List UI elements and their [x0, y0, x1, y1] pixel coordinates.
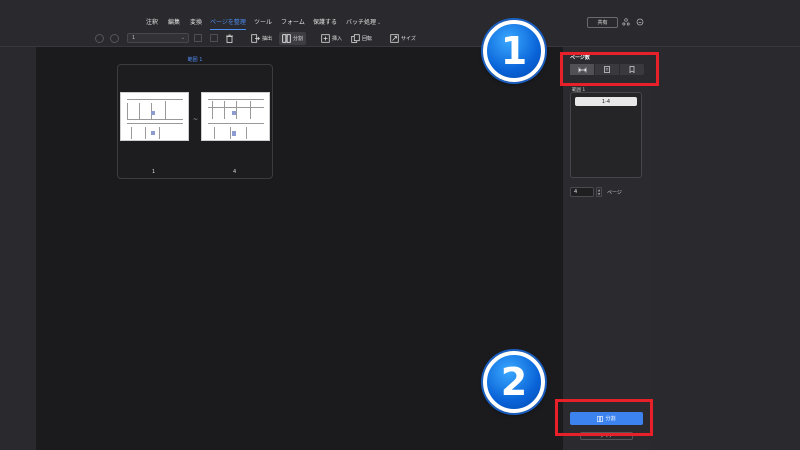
page-count-unit: ページ — [607, 190, 622, 196]
menu-bar: 注釈 編集 変換 ページを整理 ツール フォーム 保護する バッチ処理⌄ 共有 — [0, 0, 800, 30]
highlight-box-split — [555, 399, 653, 436]
step-badge-1: 1 — [483, 20, 545, 82]
extract-button[interactable]: 抽出 — [248, 32, 275, 45]
split-tool-button[interactable]: 分割 — [279, 32, 307, 45]
menu-annotate[interactable]: 注釈 — [146, 17, 158, 26]
left-sidebar — [0, 47, 36, 450]
end-page-number: 4 — [233, 169, 237, 175]
split-icon — [282, 34, 291, 43]
resize-icon — [390, 34, 399, 43]
page-thumbnail-start[interactable] — [120, 92, 189, 141]
rotate-icon — [351, 34, 360, 43]
menu-convert[interactable]: 変換 — [190, 17, 202, 26]
page-count-stepper[interactable]: ▲ ▼ — [596, 187, 602, 197]
rotate-label: 回転 — [362, 36, 373, 42]
right-margin — [649, 47, 800, 450]
range-title: 範囲 1 — [187, 57, 203, 63]
chevron-down-icon: ⌄ — [180, 35, 185, 41]
extract-icon — [251, 34, 260, 43]
start-page-number: 1 — [152, 169, 156, 175]
range-item[interactable]: 1-4 — [575, 97, 637, 106]
page-thumbnail-end[interactable] — [201, 92, 270, 141]
page-count-input[interactable]: 4 — [570, 187, 594, 197]
delete-button[interactable] — [222, 32, 237, 45]
step-badge-2: 2 — [483, 351, 545, 413]
share-button[interactable]: 共有 — [587, 17, 618, 28]
menu-forms[interactable]: フォーム — [281, 17, 305, 26]
page-select-value: 1 — [132, 35, 136, 41]
menu-batch-label: バッチ処理 — [346, 19, 377, 26]
toolbar: 1 ⌄ 抽出 分割 挿入 回転 サイズ — [0, 30, 800, 47]
split-tool-label: 分割 — [293, 36, 304, 42]
menu-tools[interactable]: ツール — [254, 17, 272, 26]
insert-label: 挿入 — [332, 36, 343, 42]
insert-icon — [321, 34, 330, 43]
page-select[interactable]: 1 ⌄ — [127, 33, 189, 43]
highlight-box-mode — [560, 52, 659, 86]
menu-protect[interactable]: 保護する — [313, 17, 337, 26]
menu-organize-pages[interactable]: ページを整理 — [210, 17, 246, 30]
rotate-button[interactable]: 回転 — [348, 32, 375, 45]
insert-button[interactable]: 挿入 — [318, 32, 345, 45]
range-separator: ~ — [193, 116, 199, 123]
menu-edit[interactable]: 編集 — [168, 17, 180, 26]
people-icon[interactable] — [621, 17, 631, 27]
copy-icon[interactable] — [210, 34, 218, 42]
extract-label: 抽出 — [262, 36, 273, 42]
menu-batch[interactable]: バッチ処理⌄ — [346, 17, 381, 26]
chevron-down-icon: ▼ — [597, 192, 601, 196]
trash-icon — [226, 34, 233, 43]
size-label: サイズ — [401, 36, 416, 42]
cloud-icon[interactable] — [635, 17, 645, 27]
size-button[interactable]: サイズ — [387, 32, 419, 45]
replace-icon[interactable] — [194, 34, 202, 42]
chevron-down-icon: ⌄ — [377, 20, 382, 26]
undo-icon[interactable] — [95, 34, 104, 43]
redo-icon[interactable] — [110, 34, 119, 43]
main-menu: 注釈 編集 変換 ページを整理 ツール フォーム 保護する バッチ処理⌄ — [0, 17, 800, 30]
